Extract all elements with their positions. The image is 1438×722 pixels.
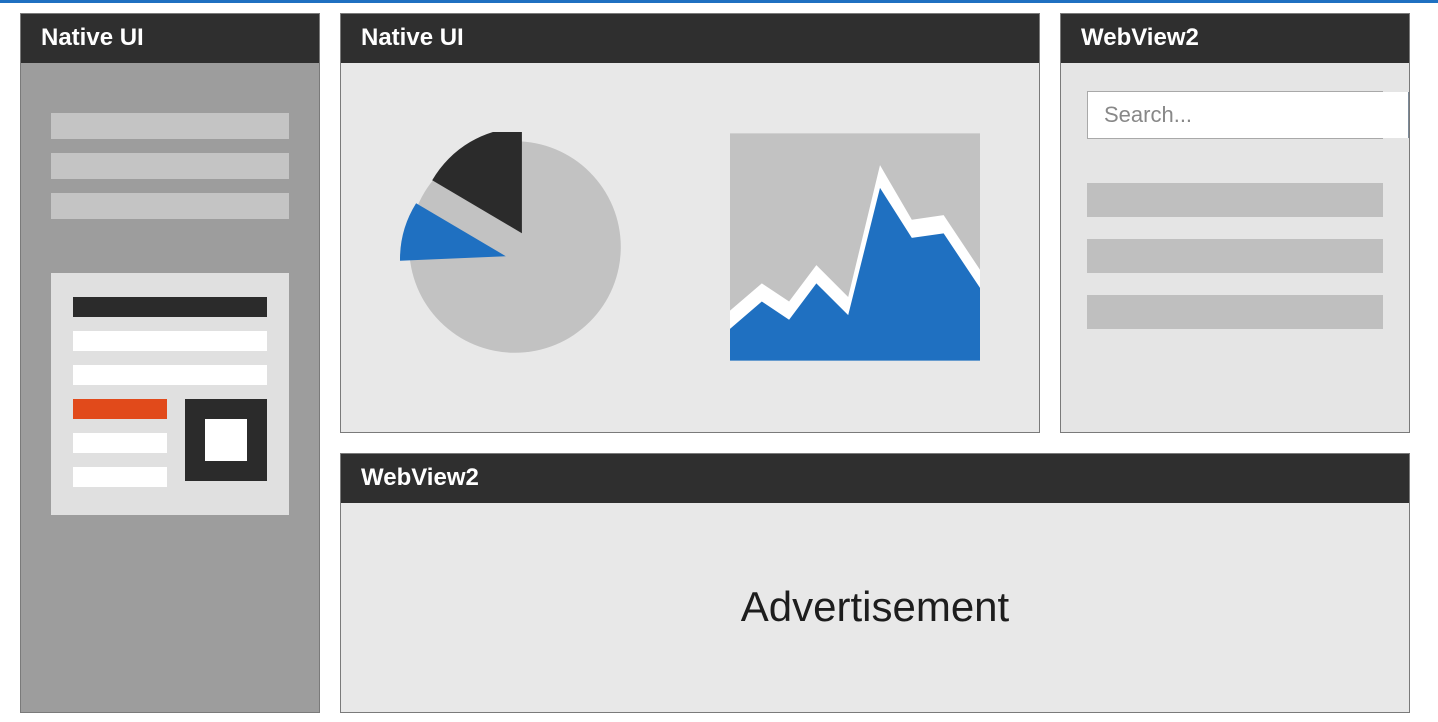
- search-input[interactable]: [1088, 92, 1408, 138]
- native-ui-left-panel: Native UI: [20, 13, 320, 713]
- content-card: [51, 273, 289, 515]
- search-icon: [1408, 100, 1410, 129]
- list-item: [1087, 239, 1383, 273]
- nav-placeholder-list: [51, 113, 289, 219]
- card-highlight-line: [73, 399, 167, 419]
- stop-icon: [185, 399, 267, 481]
- list-item: [51, 193, 289, 219]
- list-item: [1087, 295, 1383, 329]
- card-title-bar: [73, 297, 267, 317]
- area-chart-icon: [730, 132, 980, 362]
- native-ui-charts-panel: Native UI: [340, 13, 1040, 433]
- webview2-ad-panel: WebView2 Advertisement: [340, 453, 1410, 713]
- panel-title: Native UI: [21, 14, 319, 63]
- card-text-line: [73, 365, 267, 385]
- panel-title: WebView2: [1061, 14, 1409, 63]
- list-item: [1087, 183, 1383, 217]
- list-item: [51, 113, 289, 139]
- pie-chart-icon: [400, 132, 630, 362]
- panel-title: WebView2: [341, 454, 1409, 503]
- list-item: [51, 153, 289, 179]
- card-detail-lines: [73, 399, 167, 487]
- webview2-search-panel: WebView2: [1060, 13, 1410, 433]
- search-bar: [1087, 91, 1383, 139]
- advertisement-label: Advertisement: [741, 583, 1009, 631]
- panel-title: Native UI: [341, 14, 1039, 63]
- card-text-line: [73, 331, 267, 351]
- card-text-line: [73, 433, 167, 453]
- search-button[interactable]: [1408, 92, 1410, 138]
- results-placeholder-list: [1087, 183, 1383, 329]
- card-text-line: [73, 467, 167, 487]
- left-panel-body: [21, 63, 319, 712]
